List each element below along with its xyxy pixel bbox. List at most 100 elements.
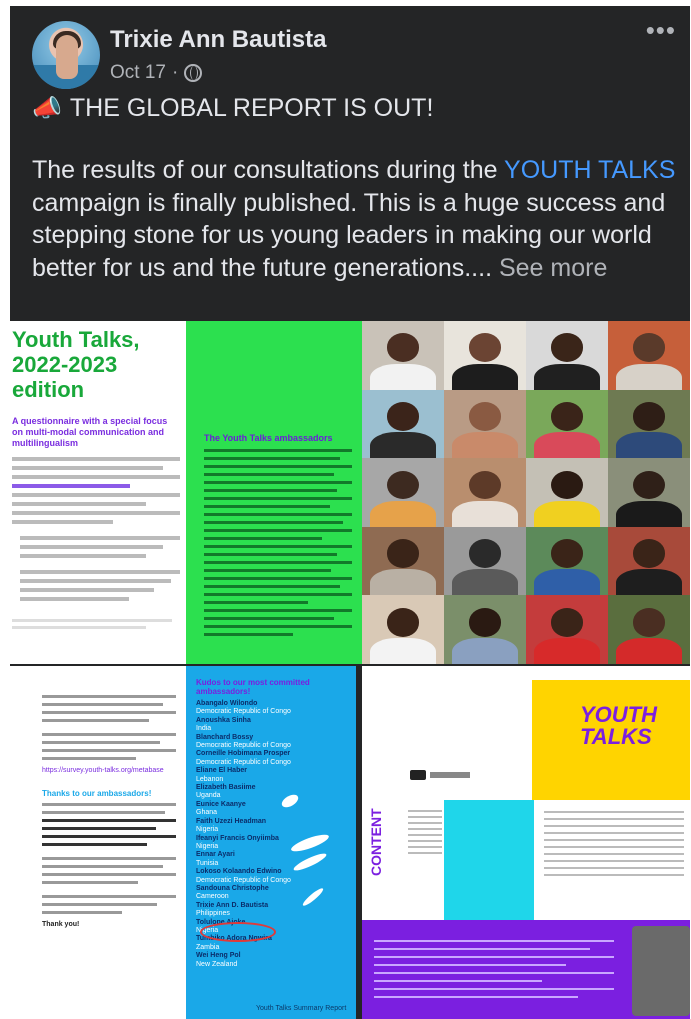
author-name[interactable]: Trixie Ann Bautista — [110, 26, 327, 54]
meta-separator: · — [171, 62, 179, 83]
ambassador-country: New Zealand — [196, 960, 238, 968]
highlight-circle — [200, 922, 276, 942]
see-more-link[interactable]: See more — [499, 254, 607, 282]
violet-contents-lines — [374, 934, 614, 1004]
report-page-database[interactable]: https://survey.youth-talks.org/metabase … — [10, 666, 186, 1019]
collage-photo — [444, 526, 526, 596]
collage-photo — [526, 595, 608, 664]
collage-photo — [608, 526, 690, 596]
post-body: The results of our consultations during … — [32, 154, 682, 284]
post-date[interactable]: Oct 17 — [110, 62, 166, 84]
collage-photo — [608, 389, 690, 459]
ambassador-country: Uganda — [196, 792, 221, 800]
ambassador-country: Zambia — [196, 943, 220, 951]
megaphone-icon: 📣 — [32, 95, 62, 122]
collage-photo — [362, 389, 444, 459]
ambassador-name: Elizabeth Basiime — [196, 784, 256, 792]
ambassador-name: Faith Uzezi Headman — [196, 817, 267, 825]
contents-panel — [444, 800, 534, 920]
thanks-heading: Thanks to our ambassadors! — [42, 789, 152, 798]
collage-photo — [362, 595, 444, 664]
kudos-heading: Kudos to our most committed ambassadors! — [196, 678, 310, 696]
contents-lines-right — [544, 806, 684, 881]
collage-photo — [526, 526, 608, 596]
kudos-entry: Lokoso Kolaando Edwino Democratic Republi… — [196, 868, 348, 885]
thank-you-text: Thank you! — [42, 921, 80, 928]
violet-contents-band — [362, 920, 690, 1019]
collage-photo — [444, 321, 526, 390]
ambassadors-heading: The Youth Talks ambassadors — [204, 433, 333, 443]
kudos-entry: Anoushka Sinha India — [196, 717, 348, 734]
report-title: Youth Talks, 2022-2023 edition — [12, 327, 140, 402]
report-page-contents[interactable]: YOUTH TALKS CONTENT — [362, 666, 690, 1019]
ambassador-name: Wei Heng Pol — [196, 952, 241, 960]
collage-photo — [362, 526, 444, 596]
kudos-entry: Faith Uzezi Headman Nigeria — [196, 818, 348, 835]
ambassador-name: Sandouna Christophe — [196, 884, 269, 892]
kudos-entry: Eliane El Haber Lebanon — [196, 767, 348, 784]
ambassador-name: Eliane El Haber — [196, 767, 247, 775]
ambassador-name: Eunice Kaanye — [196, 800, 246, 808]
ambassador-name: Trixie Ann D. Bautista — [196, 901, 269, 909]
collage-photo — [362, 458, 444, 527]
ambassador-name: Blanchard Bossy — [196, 733, 254, 741]
database-link[interactable]: https://survey.youth-talks.org/metabase — [42, 766, 176, 775]
kudos-entry: Eunice Kaanye Ghana — [196, 801, 348, 818]
ambassador-name: Anoushka Sinha — [196, 716, 251, 724]
collage-photo — [608, 458, 690, 527]
collage-photo — [526, 389, 608, 459]
youth-talks-logo: YOUTH TALKS — [580, 702, 657, 749]
collage-photo — [362, 321, 444, 390]
collage-photo — [526, 458, 608, 527]
thanks-text-lines — [42, 803, 176, 914]
collage-photo — [444, 595, 526, 664]
collage-photo — [608, 321, 690, 390]
intro-text-lines — [12, 457, 180, 629]
kudos-entry: Elizabeth Basiime Uganda — [196, 784, 348, 801]
facebook-post: Trixie Ann Bautista Oct 17 · ••• 📣 THE G… — [10, 6, 690, 1019]
more-options-icon[interactable]: ••• — [646, 17, 676, 43]
collage-photo — [526, 321, 608, 390]
report-footer: Youth Talks Summary Report — [256, 1005, 347, 1012]
ambassador-name: Abangalo Wilondo — [196, 700, 258, 707]
ambassador-country: Cameroon — [196, 893, 229, 901]
ambassador-country: Democratic Republic of Congo — [196, 742, 291, 750]
kudos-entry: Corneille Hobimana Prosper Democratic Rep… — [196, 750, 348, 767]
ambassador-country: India — [196, 725, 212, 733]
ambassador-photo-collage[interactable] — [362, 321, 690, 664]
ambassador-country: Nigeria — [196, 826, 219, 834]
ambassador-country: Nigeria — [196, 842, 219, 850]
author-avatar[interactable] — [32, 21, 100, 89]
partner-logo-text — [430, 772, 470, 778]
kudos-entry: Sandouna Christophe Cameroon — [196, 885, 348, 902]
report-page-ambassadors[interactable]: The Youth Talks ambassadors — [186, 321, 362, 664]
ambassador-country: Democratic Republic of Congo — [196, 708, 291, 716]
post-meta: Oct 17 · — [110, 62, 203, 84]
youth-talks-link[interactable]: YOUTH TALKS — [504, 156, 675, 184]
content-label: CONTENT — [368, 808, 384, 876]
ambassador-country: Democratic Republic of Congo — [196, 758, 291, 766]
ambassador-name: Corneille Hobimana Prosper — [196, 750, 291, 758]
partner-logo — [410, 770, 426, 780]
collage-photo — [608, 595, 690, 664]
kudos-entry: Wei Heng Pol New Zealand — [196, 952, 348, 969]
youth-talks-cover: YOUTH TALKS — [532, 680, 690, 800]
report-subtitle: A questionnaire with a special focus on … — [12, 416, 168, 448]
kudos-entry: Abangalo Wilondo Democratic Republic of C… — [196, 700, 348, 717]
report-page-kudos[interactable]: Kudos to our most committed ambassadors!… — [186, 666, 356, 1019]
contents-lines — [408, 806, 442, 858]
database-text-lines — [42, 695, 176, 760]
body-text-start: The results of our consultations during … — [32, 156, 505, 184]
post-headline: 📣 THE GLOBAL REPORT IS OUT! — [32, 94, 433, 123]
globe-icon[interactable] — [184, 64, 203, 82]
ambassadors-text-lines — [204, 449, 352, 636]
collage-photo — [444, 458, 526, 527]
headline-text: THE GLOBAL REPORT IS OUT! — [69, 94, 434, 122]
hands-photo — [632, 926, 690, 1016]
ambassador-country: Philippines — [196, 910, 230, 918]
ambassador-country: Tunisia — [196, 859, 219, 867]
collage-photo — [444, 389, 526, 459]
kudos-entry: Trixie Ann D. Bautista Philippines — [196, 902, 348, 919]
report-page-intro[interactable]: Youth Talks, 2022-2023 edition A questio… — [10, 321, 186, 664]
ambassador-country: Democratic Republic of Congo — [196, 876, 291, 884]
